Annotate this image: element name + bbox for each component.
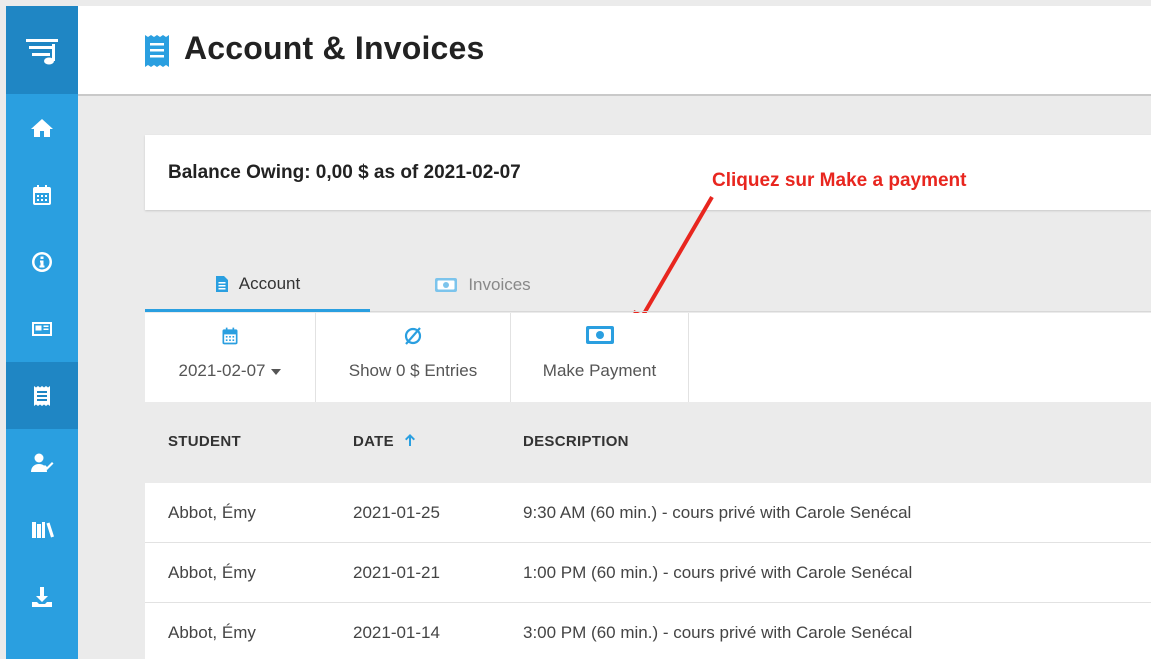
sidebar-item-students[interactable] xyxy=(6,429,78,496)
column-header-description[interactable]: DESCRIPTION xyxy=(523,433,629,450)
cell-date: 2021-01-25 xyxy=(353,503,440,522)
annotation-text: Cliquez sur Make a payment xyxy=(712,170,967,191)
cell-description: 1:00 PM (60 min.) - cours privé with Car… xyxy=(523,563,913,582)
make-payment-button[interactable]: Make Payment xyxy=(511,313,689,402)
cell-description: 9:30 AM (60 min.) - cours privé with Car… xyxy=(523,503,912,522)
table-row[interactable]: Abbot, Émy 2021-01-14 3:00 PM (60 min.) … xyxy=(145,603,1151,659)
sidebar-item-download[interactable] xyxy=(6,563,78,630)
sidebar-item-info[interactable] xyxy=(6,228,78,295)
show-zero-entries-label: Show 0 $ Entries xyxy=(348,361,478,380)
table-header: STUDENT DATE DESCRIPTION xyxy=(145,402,1151,483)
page-header: Account & Invoices xyxy=(78,6,1151,96)
balance-owing-text: Balance Owing: 0,00 $ as of 2021-02-07 xyxy=(168,162,521,183)
date-filter-label: 2021-02-07 xyxy=(145,361,315,381)
receipt-icon xyxy=(34,385,50,406)
money-icon xyxy=(585,326,614,344)
make-payment-label: Make Payment xyxy=(542,361,657,380)
arrow-up-icon xyxy=(405,434,416,446)
date-filter-value: 2021-02-07 xyxy=(178,361,266,380)
show-zero-entries-button[interactable]: Show 0 $ Entries xyxy=(316,313,511,402)
column-header-date[interactable]: DATE xyxy=(353,433,416,450)
date-filter-button[interactable]: 2021-02-07 xyxy=(145,313,316,402)
tab-invoices-label: Invoices xyxy=(468,275,531,294)
account-toolbar: 2021-02-07 Show 0 $ Entries Make Payment xyxy=(145,313,1151,402)
cell-date: 2021-01-21 xyxy=(353,563,440,582)
library-icon xyxy=(32,521,54,538)
empty-set-icon xyxy=(404,327,422,345)
calendar-icon xyxy=(33,184,51,205)
column-header-student[interactable]: STUDENT xyxy=(168,433,241,450)
table-row[interactable]: Abbot, Émy 2021-01-25 9:30 AM (60 min.) … xyxy=(145,483,1151,543)
cell-student: Abbot, Émy xyxy=(168,503,256,522)
table-row[interactable]: Abbot, Émy 2021-01-21 1:00 PM (60 min.) … xyxy=(145,543,1151,603)
sidebar xyxy=(6,6,78,659)
download-icon xyxy=(32,586,52,607)
column-header-date-label: DATE xyxy=(353,433,394,450)
music-list-icon xyxy=(26,39,58,65)
home-icon xyxy=(31,118,53,137)
sidebar-item-calendar[interactable] xyxy=(6,161,78,228)
tab-account[interactable]: Account xyxy=(145,258,370,312)
cell-student: Abbot, Émy xyxy=(168,623,256,642)
tab-invoices[interactable]: Invoices xyxy=(370,258,595,312)
document-icon xyxy=(215,275,228,292)
info-icon xyxy=(32,251,52,272)
cell-student: Abbot, Émy xyxy=(168,563,256,582)
receipt-icon xyxy=(145,35,169,67)
user-check-icon xyxy=(31,453,54,472)
tab-account-label: Account xyxy=(238,273,301,293)
cell-description: 3:00 PM (60 min.) - cours privé with Car… xyxy=(523,623,913,642)
money-icon xyxy=(435,278,458,292)
page-title: Account & Invoices xyxy=(184,30,485,66)
sidebar-item-library[interactable] xyxy=(6,496,78,563)
sidebar-item-id-card[interactable] xyxy=(6,295,78,362)
id-card-icon xyxy=(32,321,52,336)
cell-date: 2021-01-14 xyxy=(353,623,440,642)
caret-down-icon xyxy=(271,368,282,375)
sidebar-item-home[interactable] xyxy=(6,94,78,161)
tab-divider xyxy=(370,311,1151,312)
app-logo[interactable] xyxy=(6,6,78,94)
calendar-icon xyxy=(222,327,238,345)
sidebar-item-invoices[interactable] xyxy=(6,362,78,429)
